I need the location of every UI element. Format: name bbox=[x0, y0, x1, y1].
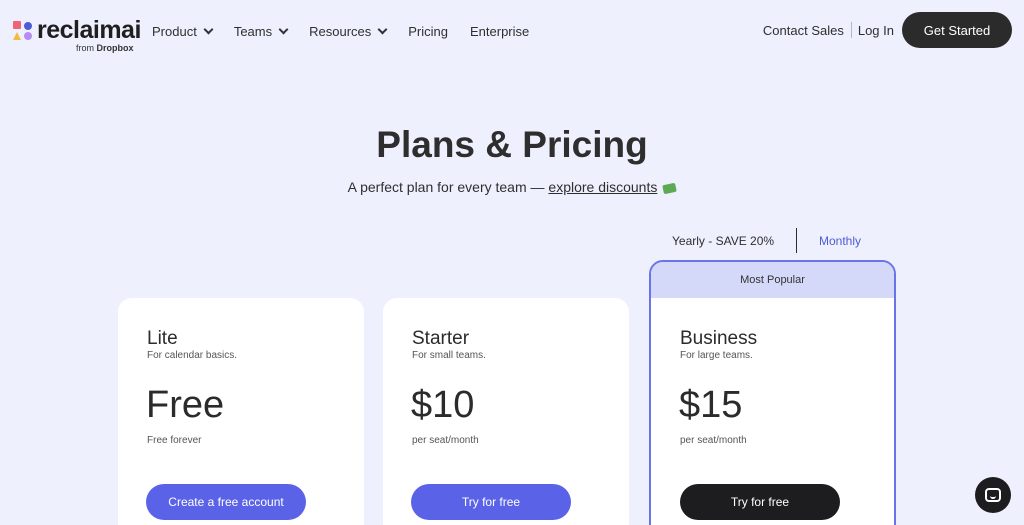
business-try-free-button[interactable]: Try for free bbox=[680, 484, 840, 520]
billing-monthly-option[interactable]: Monthly bbox=[819, 234, 861, 248]
contact-sales-link[interactable]: Contact Sales bbox=[763, 23, 844, 38]
money-icon bbox=[662, 182, 678, 195]
chat-launcher-button[interactable] bbox=[975, 477, 1011, 513]
plan-card-lite: Lite For calendar basics. Free Free fore… bbox=[118, 298, 364, 525]
toggle-divider bbox=[796, 228, 797, 253]
plan-description: For large teams. bbox=[680, 350, 753, 361]
logo-wordmark: reclaimai bbox=[37, 16, 141, 44]
nav-item-label: Pricing bbox=[408, 23, 448, 39]
plan-name: Starter bbox=[412, 328, 470, 349]
nav-item-resources[interactable]: Resources bbox=[309, 22, 388, 40]
nav-links: Product Teams Resources Pricing Enterpri… bbox=[152, 22, 551, 40]
reclaim-logo[interactable]: reclaimai from Dropbox bbox=[12, 16, 142, 54]
logo-sub-brand: Dropbox bbox=[96, 43, 134, 53]
logo-from-dropbox: from Dropbox bbox=[76, 43, 134, 53]
explore-discounts-link[interactable]: explore discounts bbox=[548, 179, 657, 195]
starter-try-free-button[interactable]: Try for free bbox=[411, 484, 571, 520]
plan-card-starter: Starter For small teams. $10 per seat/mo… bbox=[383, 298, 629, 525]
nav-item-label: Teams bbox=[233, 23, 273, 39]
plan-description: For small teams. bbox=[412, 350, 486, 361]
plan-price: $15 bbox=[679, 384, 743, 426]
hero-subtitle: A perfect plan for every team — explore … bbox=[0, 179, 1024, 195]
logo-sub-prefix: from bbox=[76, 43, 94, 53]
nav-item-label: Resources bbox=[309, 23, 372, 39]
nav-item-teams[interactable]: Teams bbox=[233, 22, 289, 40]
create-free-account-button[interactable]: Create a free account bbox=[146, 484, 306, 520]
chevron-down-icon bbox=[377, 24, 388, 34]
get-started-button[interactable]: Get Started bbox=[902, 12, 1012, 48]
plan-description: For calendar basics. bbox=[147, 350, 238, 361]
billing-yearly-option[interactable]: Yearly - SAVE 20% bbox=[672, 234, 774, 248]
most-popular-badge: Most Popular bbox=[651, 262, 894, 298]
nav-item-pricing[interactable]: Pricing bbox=[408, 22, 448, 40]
top-nav: reclaimai from Dropbox Product Teams Res… bbox=[0, 0, 1024, 62]
hero-subtitle-text: A perfect plan for every team — bbox=[347, 179, 549, 195]
plan-card-business: Most Popular Business For large teams. $… bbox=[649, 260, 896, 525]
chevron-down-icon bbox=[278, 24, 289, 34]
plan-name: Lite bbox=[147, 328, 178, 349]
chat-bubble-icon bbox=[985, 488, 1001, 502]
plan-price-note: Free forever bbox=[147, 435, 202, 446]
logo-mark-icon bbox=[13, 21, 32, 40]
plan-price: Free bbox=[146, 384, 225, 426]
nav-right: Contact Sales Log In Get Started bbox=[763, 12, 1012, 48]
log-in-link[interactable]: Log In bbox=[858, 23, 894, 38]
plan-price: $10 bbox=[411, 384, 475, 426]
billing-toggle: Yearly - SAVE 20% Monthly bbox=[660, 228, 900, 254]
nav-item-product[interactable]: Product bbox=[152, 22, 214, 40]
plan-price-note: per seat/month bbox=[680, 435, 747, 446]
nav-item-label: Enterprise bbox=[470, 23, 530, 39]
nav-divider bbox=[850, 22, 852, 38]
nav-item-enterprise[interactable]: Enterprise bbox=[470, 22, 529, 40]
plan-name: Business bbox=[680, 328, 758, 349]
plan-price-note: per seat/month bbox=[412, 435, 479, 446]
page-title: Plans & Pricing bbox=[376, 124, 648, 165]
chevron-down-icon bbox=[203, 24, 214, 34]
nav-item-label: Product bbox=[152, 23, 197, 39]
